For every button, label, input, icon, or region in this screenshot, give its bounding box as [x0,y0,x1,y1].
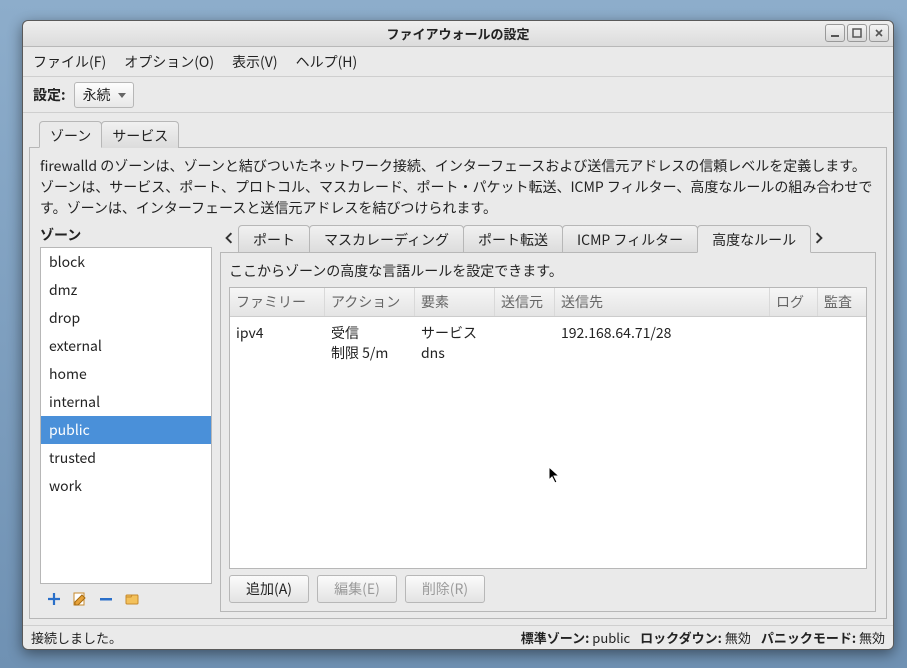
cell-src [495,317,555,369]
config-label: 設定: [33,85,66,105]
minimize-button[interactable] [825,24,845,42]
detail-section: ポート マスカレーディング ポート転送 ICMP フィルター 高度なルール ここ… [220,223,876,612]
chevron-right-icon [813,232,825,244]
zone-description: firewalld のゾーンは、ゾーンと結びついたネットワーク接続、インターフェ… [40,156,876,219]
folder-refresh-icon [124,591,140,607]
pencil-icon [72,591,88,607]
cell-dst: 192.168.64.71/28 [555,317,770,369]
zone-list[interactable]: blockdmzdropexternalhomeinternalpublictr… [40,247,212,584]
col-src[interactable]: 送信元 [495,288,555,316]
close-button[interactable] [869,24,889,42]
remove-zone-button[interactable] [98,591,114,607]
tab-services[interactable]: サービス [101,121,179,148]
config-toolbar: 設定: 永続 [23,77,893,113]
status-panic: パニックモード: 無効 [761,628,885,647]
minus-icon [98,591,114,607]
menu-file[interactable]: ファイル(F) [33,52,106,72]
cell-action: 受信制限 5/m [325,317,415,369]
edit-rule-button: 編集(E) [317,575,397,603]
zone-section: ゾーン blockdmzdropexternalhomeinternalpubl… [40,223,212,612]
zone-item-internal[interactable]: internal [41,388,211,416]
zone-item-work[interactable]: work [41,472,211,500]
col-element[interactable]: 要素 [415,288,495,316]
status-lockdown: ロックダウン: 無効 [640,628,751,647]
rich-rules-description: ここからゾーンの高度な言語ルールを設定できます。 [229,261,867,281]
zone-item-public[interactable]: public [41,416,211,444]
tab-ports[interactable]: ポート [238,225,310,252]
tab-rich-rules[interactable]: 高度なルール [697,225,811,253]
tab-scroll-right[interactable] [810,224,828,252]
col-family[interactable]: ファミリー [230,288,325,316]
maximize-button[interactable] [847,24,867,42]
load-defaults-button[interactable] [124,591,140,607]
col-audit[interactable]: 監査 [818,288,866,316]
tab-port-forward[interactable]: ポート転送 [463,225,563,252]
delete-rule-button: 削除(R) [405,575,485,603]
cell-audit [818,317,866,369]
rule-button-row: 追加(A) 編集(E) 削除(R) [229,575,867,603]
cell-family: ipv4 [230,317,325,369]
close-icon [874,28,884,38]
col-dst[interactable]: 送信先 [555,288,770,316]
config-select[interactable]: 永続 [74,82,134,108]
tab-icmp-filter[interactable]: ICMP フィルター [562,225,698,252]
tab-masquerade[interactable]: マスカレーディング [309,225,464,252]
edit-zone-button[interactable] [72,591,88,607]
menu-view[interactable]: 表示(V) [232,52,278,72]
cell-log [770,317,818,369]
app-window: ファイアウォールの設定 ファイル(F) オプション(O) 表示(V) ヘルプ(H… [22,20,894,650]
titlebar: ファイアウォールの設定 [23,21,893,47]
menu-options[interactable]: オプション(O) [124,52,214,72]
tab-scroll-left[interactable] [220,224,238,252]
cell-element: サービスdns [415,317,495,369]
status-defzone: 標準ゾーン: public [521,628,630,647]
col-action[interactable]: アクション [325,288,415,316]
rules-table[interactable]: ファミリー アクション 要素 送信元 送信先 ログ 監査 ipv4受信制限 5/… [229,287,867,569]
add-rule-button[interactable]: 追加(A) [229,575,309,603]
plus-icon [46,591,62,607]
rich-rules-page: ここからゾーンの高度な言語ルールを設定できます。 ファミリー アクション 要素 … [220,252,876,612]
chevron-left-icon [223,232,235,244]
menubar: ファイル(F) オプション(O) 表示(V) ヘルプ(H) [23,47,893,77]
zone-item-block[interactable]: block [41,248,211,276]
zone-item-trusted[interactable]: trusted [41,444,211,472]
zone-item-external[interactable]: external [41,332,211,360]
zone-section-label: ゾーン [40,223,212,247]
outer-notebook: ゾーン サービス firewalld のゾーンは、ゾーンと結びついたネットワーク… [29,119,887,619]
statusbar: 接続しました。 標準ゾーン: public ロックダウン: 無効 パニックモード… [23,625,893,649]
zone-item-dmz[interactable]: dmz [41,276,211,304]
status-connected: 接続しました。 [31,628,122,647]
minimize-icon [830,28,840,38]
table-row[interactable]: ipv4受信制限 5/mサービスdns 192.168.64.71/28 [230,317,866,370]
maximize-icon [852,28,862,38]
window-title: ファイアウォールの設定 [386,24,529,43]
zone-toolbar [40,586,212,612]
zone-item-drop[interactable]: drop [41,304,211,332]
zone-item-home[interactable]: home [41,360,211,388]
tab-zones[interactable]: ゾーン [39,121,102,148]
menu-help[interactable]: ヘルプ(H) [296,52,358,72]
col-log[interactable]: ログ [770,288,818,316]
config-value: 永続 [83,85,111,105]
add-zone-button[interactable] [46,591,62,607]
rules-header: ファミリー アクション 要素 送信元 送信先 ログ 監査 [230,288,866,317]
